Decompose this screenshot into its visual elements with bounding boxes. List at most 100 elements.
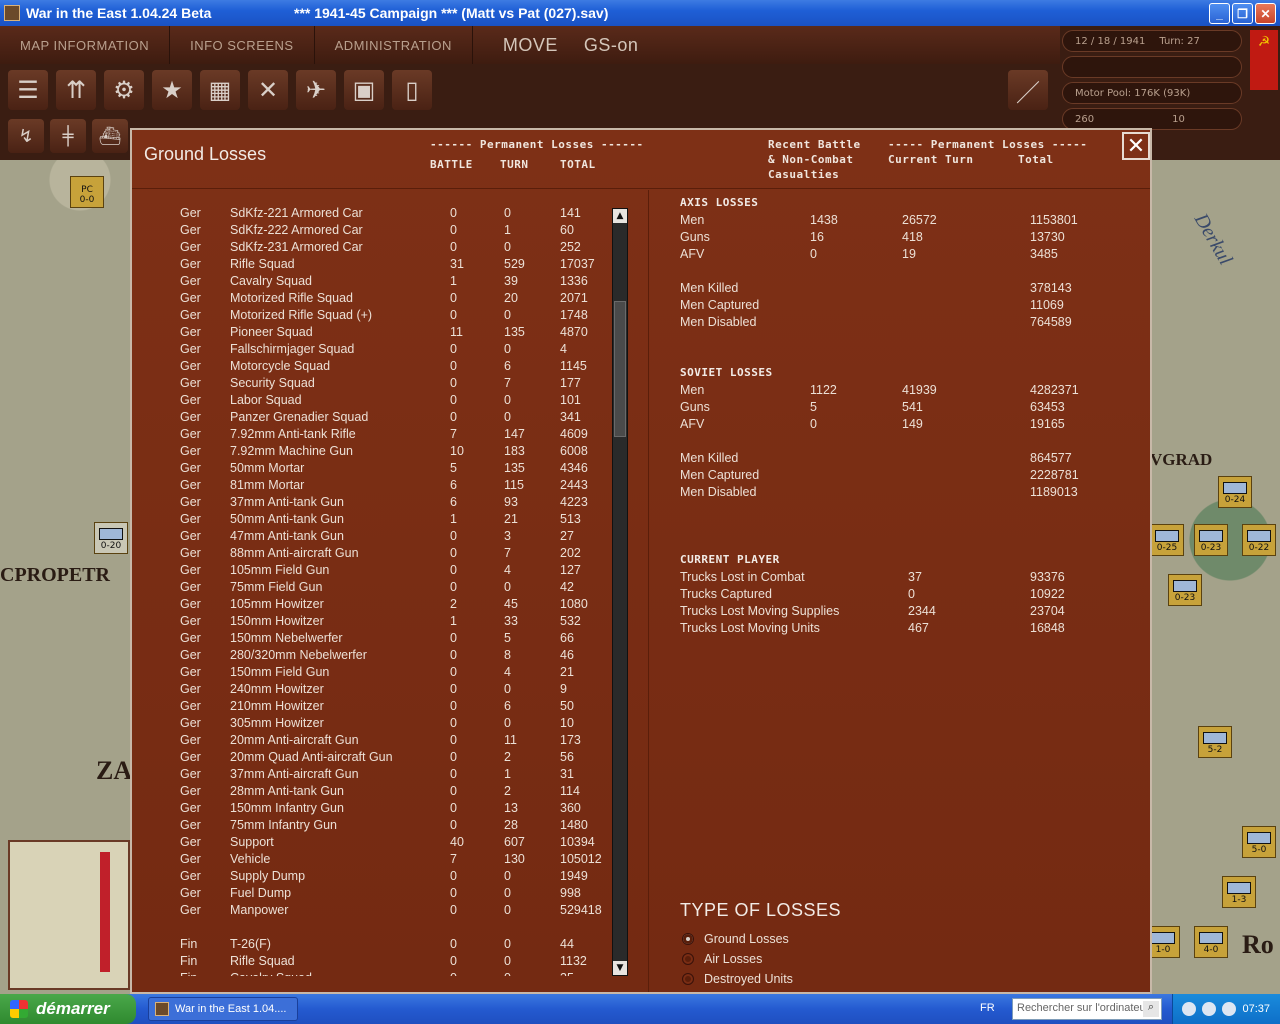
air-icon[interactable]: ✈ <box>296 70 336 110</box>
rail-icon[interactable]: ▣ <box>344 70 384 110</box>
battle-cell: 0 <box>450 903 457 917</box>
tray-volume-icon[interactable] <box>1202 1002 1217 1016</box>
equipment-cell: 50mm Anti-tank Gun <box>230 512 344 526</box>
battle-cell: 0 <box>450 240 457 254</box>
equipment-cell: 75mm Field Gun <box>230 580 323 594</box>
scroll-up-icon[interactable]: ▲ <box>613 209 627 223</box>
star-icon[interactable]: ★ <box>152 70 192 110</box>
battle-cell: 1 <box>450 614 457 628</box>
unit-counter[interactable]: 1-3 <box>1222 876 1256 908</box>
equipment-cell: Motorized Rifle Squad <box>230 291 353 305</box>
battle-cell: 0 <box>450 665 457 679</box>
radio-dot[interactable] <box>682 973 694 985</box>
table-row: Ger 28mm Anti-tank Gun 0 2 114 <box>132 784 612 801</box>
unit-counter[interactable]: 5-2 <box>1198 726 1232 758</box>
minimap[interactable] <box>8 840 130 990</box>
equipment-cell: SdKfz-221 Armored Car <box>230 206 363 220</box>
close-dialog-button[interactable]: ✕ <box>1122 132 1150 160</box>
total-cell: 9 <box>560 682 567 696</box>
ship-icon[interactable]: ⛴ <box>92 119 128 153</box>
combat-icon[interactable]: ✕ <box>248 70 288 110</box>
unit-counter[interactable]: PC 0-0 <box>70 176 104 208</box>
nation-cell: Ger <box>180 206 201 220</box>
player-row-label: Trucks Lost Moving Supplies <box>680 604 840 618</box>
equipment-cell: 20mm Quad Anti-aircraft Gun <box>230 750 393 764</box>
table-row: Ger 150mm Nebelwerfer 0 5 66 <box>132 631 612 648</box>
weather-grid-icon[interactable]: ▦ <box>200 70 240 110</box>
minimap-front-line <box>100 852 110 972</box>
tray-security-icon[interactable] <box>1222 1002 1237 1016</box>
unit-counter[interactable]: 0-23 <box>1168 574 1202 606</box>
close-window-button[interactable]: ✕ <box>1255 3 1276 24</box>
minimize-button[interactable]: _ <box>1209 3 1230 24</box>
search-input[interactable]: Rechercher sur l'ordinateur ⌕ <box>1012 998 1162 1020</box>
equipment-cell: 47mm Anti-tank Gun <box>230 529 344 543</box>
soviet-flag-icon: ☭ <box>1250 30 1278 90</box>
column-divider <box>648 190 649 992</box>
losses-scrollbar[interactable]: ▲ ▼ <box>612 208 628 976</box>
turn-cell: 1 <box>504 223 511 237</box>
total-cell: 360 <box>560 801 581 815</box>
nation-cell: Ger <box>180 869 201 883</box>
player-row-label: Trucks Lost Moving Units <box>680 621 820 635</box>
pen-icon[interactable]: ／ <box>1008 70 1048 110</box>
menu-row: MAP INFORMATION INFO SCREENS ADMINISTRAT… <box>0 26 1060 64</box>
radio-dot[interactable] <box>682 953 694 965</box>
total-cell: 4 <box>560 342 567 356</box>
unit-counter[interactable]: 4-0 <box>1194 926 1228 958</box>
radio-ground-losses[interactable]: Ground Losses <box>682 932 789 946</box>
recent-header-1: Recent Battle <box>768 138 861 151</box>
start-button[interactable]: démarrer <box>0 994 136 1024</box>
scroll-thumb[interactable] <box>614 301 626 437</box>
tab-administration[interactable]: ADMINISTRATION <box>315 26 473 64</box>
turn-cell: 45 <box>504 597 518 611</box>
units-icon[interactable]: ⇈ <box>56 70 96 110</box>
layers-icon[interactable]: ☰ <box>8 70 48 110</box>
route-icon[interactable]: ↯ <box>8 119 44 153</box>
map-label-za: ZA <box>96 756 133 785</box>
turn-cell: 20 <box>504 291 518 305</box>
player-row-current: 0 <box>908 587 915 601</box>
unit-counter[interactable]: 0-20 <box>94 522 128 554</box>
window-title: War in the East 1.04.24 Beta <box>26 5 212 21</box>
unit-counter[interactable]: 5-0 <box>1242 826 1276 858</box>
search-icon[interactable]: ⌕ <box>1143 1001 1159 1017</box>
nation-cell: Ger <box>180 325 201 339</box>
turn-cell: 5 <box>504 631 511 645</box>
table-row: Ger Rifle Squad 31 529 17037 <box>132 257 612 274</box>
scroll-down-icon[interactable]: ▼ <box>613 961 627 975</box>
losses-list[interactable]: Ger SdKfz-221 Armored Car 0 0 1 4 1 Ger SdKfz-22… <box>132 206 612 976</box>
soviet-row-current: 41939 <box>902 383 937 397</box>
restore-button[interactable]: ❐ <box>1232 3 1253 24</box>
unit-counter[interactable]: 0-24 <box>1218 476 1252 508</box>
radio-destroyed-units[interactable]: Destroyed Units <box>682 972 793 986</box>
unit-counter[interactable]: 0-23 <box>1194 524 1228 556</box>
total-cell: 10394 <box>560 835 595 849</box>
language-indicator[interactable]: FR <box>980 1002 995 1014</box>
table-row: Ger 105mm Howitzer 2 45 1080 <box>132 597 612 614</box>
turn-cell: 607 <box>504 835 525 849</box>
axis-row-label: Men <box>680 213 705 227</box>
tab-info-screens[interactable]: INFO SCREENS <box>170 26 315 64</box>
railway-icon[interactable]: ╪ <box>50 119 86 153</box>
tab-map-information[interactable]: MAP INFORMATION <box>0 26 171 64</box>
equipment-cell: 37mm Anti-aircraft Gun <box>230 767 359 781</box>
nation-cell: Ger <box>180 223 201 237</box>
unit-counter[interactable]: 0-22 <box>1242 524 1276 556</box>
turn-header: TURN <box>500 158 529 171</box>
depot-icon[interactable]: ▯ <box>392 70 432 110</box>
clock: 07:37 <box>1242 1003 1270 1015</box>
radio-dot[interactable] <box>682 933 694 945</box>
taskbar-item-game[interactable]: War in the East 1.04.... <box>148 997 298 1021</box>
unit-counter[interactable]: 0-25 <box>1150 524 1184 556</box>
equipment-cell: SdKfz-222 Armored Car <box>230 223 363 237</box>
tray-network-icon[interactable] <box>1182 1002 1197 1016</box>
turn-cell: 0 <box>504 886 511 900</box>
turn-cell: 0 <box>504 903 511 917</box>
gear-icon[interactable]: ⚙ <box>104 70 144 110</box>
table-row: Ger 75mm Field Gun 0 0 42 <box>132 580 612 597</box>
radio-air-losses[interactable]: Air Losses <box>682 952 762 966</box>
battle-cell: 0 <box>450 342 457 356</box>
table-row: Ger 280/320mm Nebelwerfer 0 8 46 <box>132 648 612 665</box>
battle-cell: 0 <box>450 580 457 594</box>
